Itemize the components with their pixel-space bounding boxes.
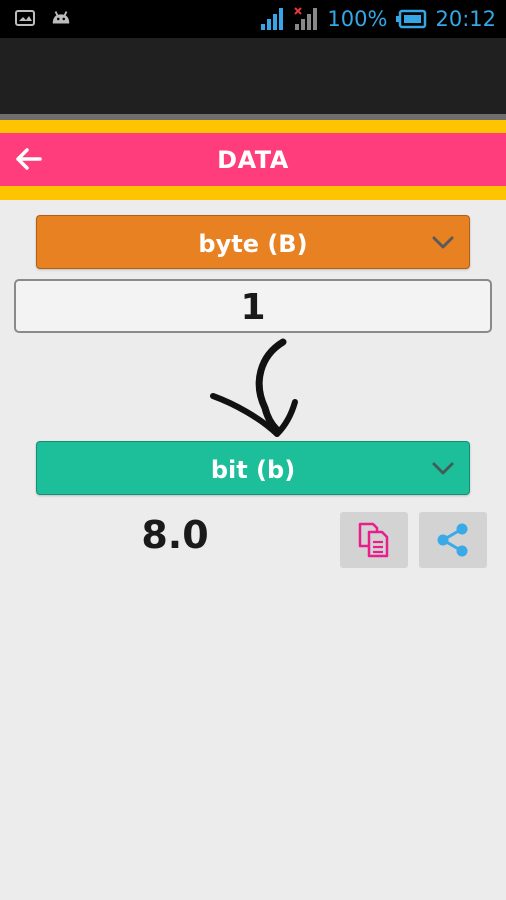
from-unit-label: byte (B) (198, 230, 308, 258)
chevron-down-icon (432, 462, 454, 475)
app-header-dark (0, 38, 506, 114)
signal-icon (261, 8, 284, 30)
from-unit-select[interactable]: byte (B) (36, 215, 470, 269)
copy-button[interactable] (340, 512, 408, 568)
page-title: DATA (217, 146, 289, 174)
app-bar: DATA (0, 133, 506, 186)
accent-stripe-top (0, 120, 506, 133)
signal-no-data-icon (294, 7, 318, 30)
to-unit-label: bit (b) (210, 456, 296, 484)
android-icon (52, 11, 70, 24)
chevron-down-icon (432, 236, 454, 249)
accent-stripe-bottom (0, 186, 506, 200)
arrow-down-icon (210, 338, 298, 437)
battery-icon (396, 9, 427, 29)
to-unit-select[interactable]: bit (b) (36, 441, 470, 495)
status-right-icons: 100% 20:12 (259, 4, 496, 34)
result-value: 8.0 (141, 513, 209, 557)
status-left-icons (14, 8, 72, 28)
copy-icon (358, 522, 389, 558)
value-input[interactable]: 1 (14, 279, 492, 333)
clock: 20:12 (435, 7, 496, 31)
battery-percent: 100% (327, 7, 388, 31)
screenshot-icon (15, 10, 35, 26)
status-bar: 100% 20:12 (0, 0, 506, 38)
share-icon (437, 523, 468, 557)
share-button[interactable] (419, 512, 487, 568)
